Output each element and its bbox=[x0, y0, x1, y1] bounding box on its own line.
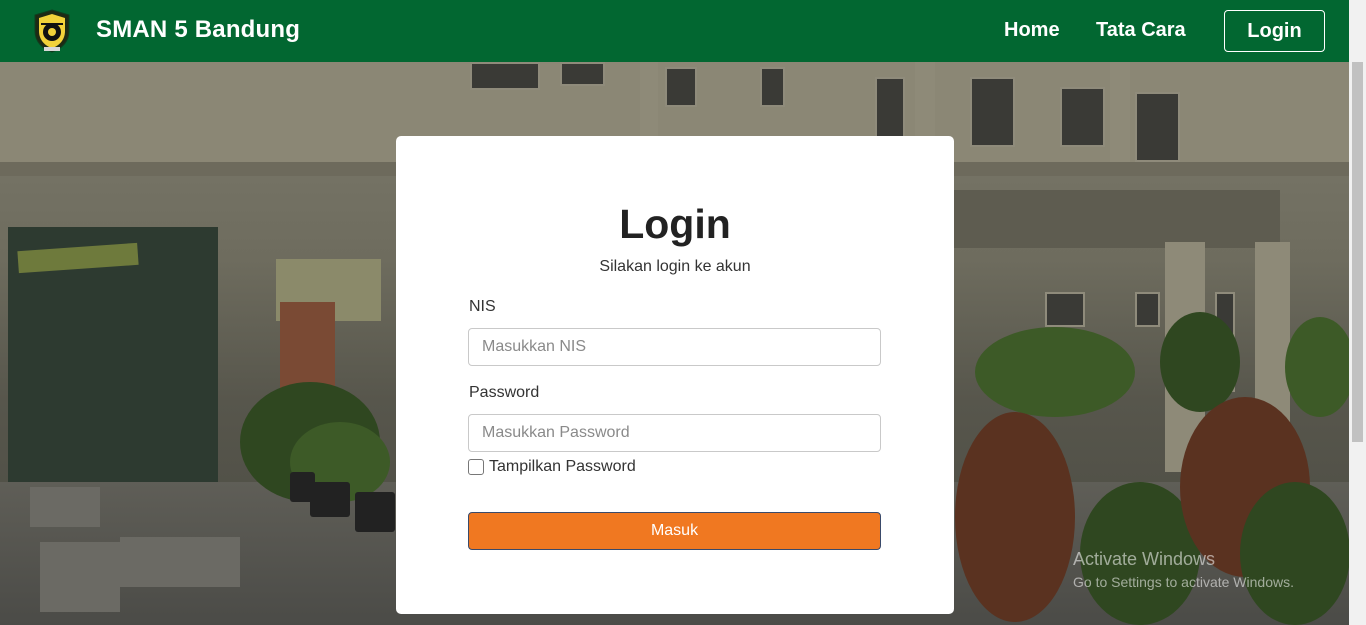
login-subtitle: Silakan login ke akun bbox=[599, 258, 751, 275]
nav-link-tata-cara[interactable]: Tata Cara bbox=[1096, 19, 1186, 42]
password-label: Password bbox=[469, 384, 540, 401]
nis-label: NIS bbox=[469, 298, 496, 315]
school-emblem-icon[interactable] bbox=[31, 9, 73, 53]
top-navbar: SMAN 5 Bandung Home Tata Cara Login bbox=[0, 0, 1366, 62]
activate-windows-hint: Go to Settings to activate Windows. bbox=[1073, 574, 1294, 590]
password-input[interactable] bbox=[468, 414, 881, 452]
login-title: Login bbox=[619, 201, 731, 247]
show-password-row[interactable]: Tampilkan Password bbox=[468, 458, 636, 476]
show-password-checkbox[interactable] bbox=[468, 459, 484, 475]
nis-input[interactable] bbox=[468, 328, 881, 366]
masuk-button[interactable]: Masuk bbox=[468, 512, 881, 550]
activate-windows-watermark: Activate Windows bbox=[1073, 549, 1216, 569]
nav-link-home[interactable]: Home bbox=[1004, 19, 1060, 42]
show-password-label[interactable]: Tampilkan Password bbox=[489, 458, 636, 476]
nav-login-button[interactable]: Login bbox=[1224, 10, 1325, 52]
scrollbar-thumb[interactable] bbox=[1352, 62, 1363, 442]
brand-name[interactable]: SMAN 5 Bandung bbox=[96, 16, 300, 44]
